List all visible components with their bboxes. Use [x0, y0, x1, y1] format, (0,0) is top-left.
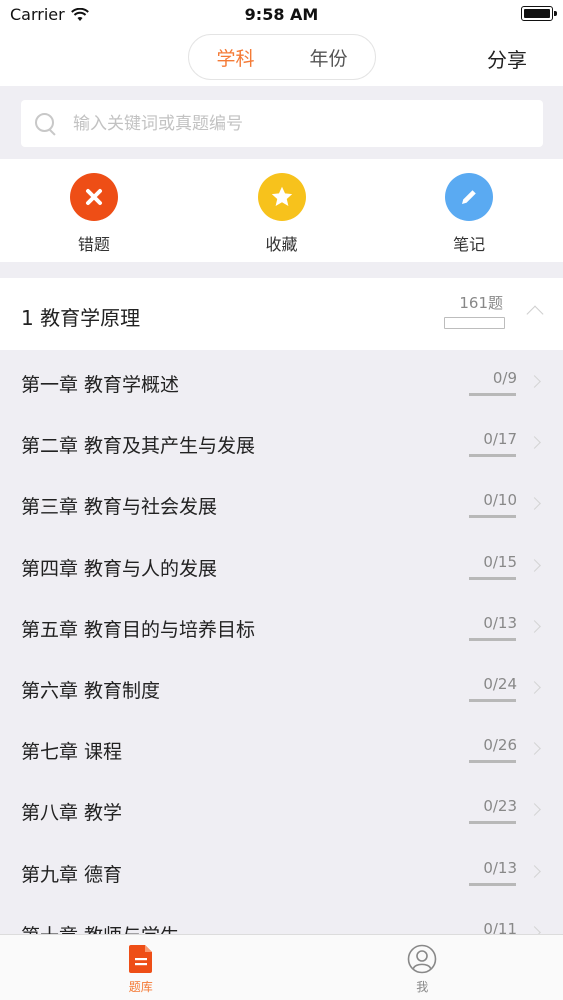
close-icon	[69, 173, 118, 221]
search-icon	[33, 111, 59, 137]
chapter-progress-bar	[469, 393, 516, 396]
chapter-row[interactable]: 第七章 课程 0/26	[0, 717, 563, 778]
quick-actions: 错题 收藏 笔记	[0, 159, 563, 262]
chevron-right-icon	[528, 925, 541, 934]
chevron-up-icon[interactable]	[526, 305, 544, 323]
search-area	[0, 86, 563, 159]
status-time: 9:58 AM	[244, 5, 319, 24]
chapter-progress-bar	[469, 760, 516, 764]
chevron-right-icon	[528, 681, 541, 694]
chapter-progress-bar	[469, 576, 516, 580]
tab-bar: 题库 我	[0, 934, 563, 1000]
section-progress-bar	[444, 317, 505, 329]
chapter-row[interactable]: 第二章 教育及其产生与发展 0/17	[0, 411, 563, 472]
chapter-title: 第七章 课程	[21, 741, 123, 764]
user-icon	[407, 944, 437, 974]
chapter-title: 第九章 德育	[21, 863, 123, 886]
section-question-count: 161题	[459, 294, 503, 312]
document-icon	[128, 945, 152, 973]
chapter-row[interactable]: 第四章 教育与人的发展 0/15	[0, 534, 563, 595]
chapter-progress-text: 0/9	[492, 369, 517, 387]
tab-year[interactable]: 年份	[282, 44, 375, 71]
wrong-questions-label: 错题	[77, 235, 110, 254]
search-box[interactable]	[21, 100, 543, 147]
chapter-row[interactable]: 第八章 教学 0/23	[0, 778, 563, 839]
chapter-title: 第八章 教学	[21, 802, 123, 825]
chapter-progress-text: 0/23	[483, 797, 517, 816]
favorites-label: 收藏	[265, 235, 298, 254]
chapter-row[interactable]: 第十章 教师与学生 0/11	[0, 901, 563, 934]
nav-bar: 学科 年份 分享	[0, 30, 563, 86]
chevron-right-icon	[528, 436, 541, 450]
chapter-progress-bar	[469, 821, 516, 825]
chapter-row[interactable]: 第六章 教育制度 0/24	[0, 656, 563, 717]
chapter-row[interactable]: 第一章 教育学概述 0/9	[0, 350, 563, 411]
chapter-title: 第十章 教师与学生	[21, 921, 179, 934]
chapter-title: 第一章 教育学概述	[21, 374, 180, 396]
chapter-title: 第二章 教育及其产生与发展	[21, 435, 256, 458]
chevron-right-icon	[528, 864, 541, 878]
chevron-right-icon	[528, 497, 541, 511]
chevron-right-icon	[528, 375, 541, 388]
chapter-progress-bar	[469, 637, 516, 641]
chevron-right-icon	[528, 803, 541, 817]
battery-icon	[521, 6, 557, 21]
chapter-progress-bar	[469, 454, 516, 458]
section-header[interactable]: 1 教育学原理 161题	[0, 278, 563, 350]
search-input[interactable]	[73, 113, 503, 134]
section-title: 1 教育学原理	[21, 306, 141, 330]
chapter-row[interactable]: 第五章 教育目的与培养目标 0/13	[0, 595, 563, 656]
tab-subject[interactable]: 学科	[189, 44, 282, 71]
chapter-progress-text: 0/10	[483, 491, 517, 510]
chapter-progress-bar	[469, 882, 516, 886]
chapter-progress-text: 0/13	[483, 858, 517, 877]
status-bar: Carrier 9:58 AM	[0, 0, 563, 30]
chevron-right-icon	[528, 558, 541, 572]
star-icon	[257, 173, 306, 221]
tab-label-question-bank: 题库	[128, 980, 153, 994]
notes-label: 笔记	[453, 235, 486, 254]
chapter-progress-text: 0/24	[483, 674, 517, 693]
chapter-progress-text: 0/13	[483, 613, 517, 632]
chevron-right-icon	[528, 742, 541, 755]
chapter-progress-text: 0/11	[483, 919, 517, 934]
segmented-control: 学科 年份	[188, 34, 376, 80]
chapter-list[interactable]: 第一章 教育学概述 0/9 第二章 教育及其产生与发展 0/17 第三章 教育与社会发展…	[0, 350, 563, 934]
chapter-progress-text: 0/26	[483, 736, 517, 755]
pencil-icon	[445, 173, 494, 221]
chapter-progress-text: 0/15	[483, 552, 517, 571]
chapter-progress-text: 0/17	[483, 430, 517, 449]
chapter-row[interactable]: 第三章 教育与社会发展 0/10	[0, 472, 563, 533]
chevron-right-icon	[528, 619, 541, 633]
chapter-title: 第五章 教育目的与培养目标	[21, 618, 256, 641]
chapter-title: 第六章 教育制度	[21, 679, 161, 702]
chapter-progress-bar	[469, 698, 516, 702]
chapter-progress-bar	[469, 515, 516, 519]
favorites-button[interactable]: 收藏	[188, 159, 376, 262]
share-button[interactable]: 分享	[487, 44, 527, 73]
tab-me[interactable]: 我	[282, 935, 563, 1000]
tab-question-bank[interactable]: 题库	[0, 935, 282, 1000]
chapter-row[interactable]: 第九章 德育 0/13	[0, 840, 563, 901]
tab-label-me: 我	[416, 980, 429, 994]
chapter-title: 第三章 教育与社会发展	[21, 496, 218, 519]
notes-button[interactable]: 笔记	[375, 159, 563, 262]
chapter-title: 第四章 教育与人的发展	[21, 557, 218, 580]
wrong-questions-button[interactable]: 错题	[0, 159, 188, 262]
